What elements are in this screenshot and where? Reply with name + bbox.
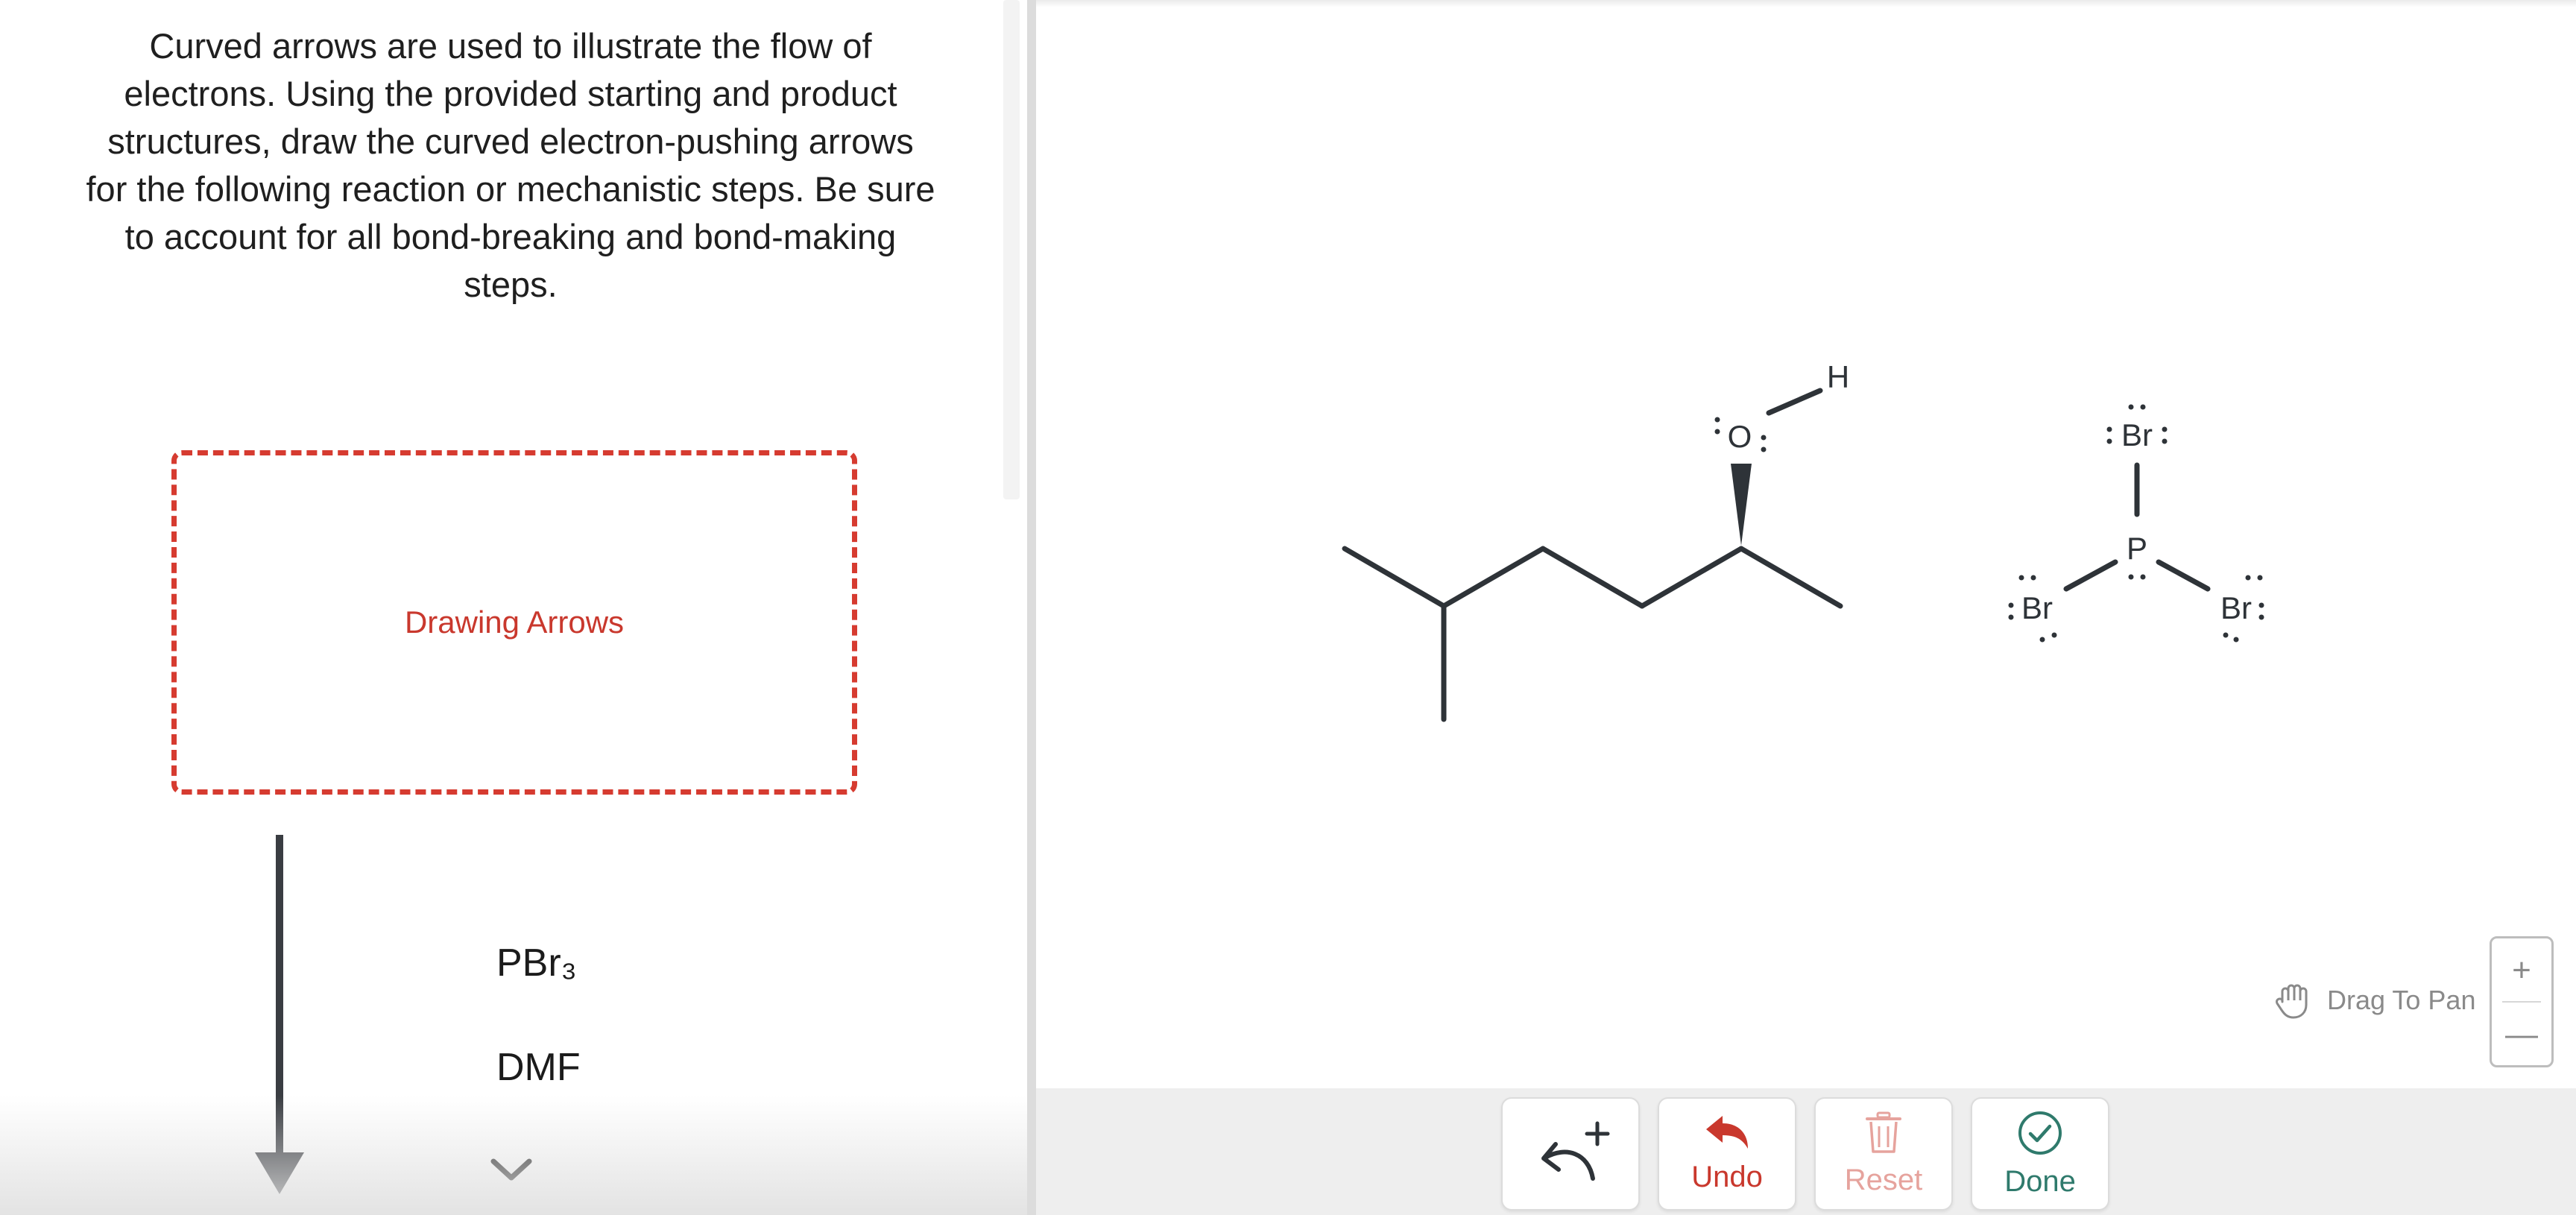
chevron-down-icon[interactable] bbox=[489, 1155, 534, 1185]
scrollbar[interactable] bbox=[1003, 0, 1020, 499]
reaction-arrow bbox=[276, 835, 283, 1155]
instructions-line: electrons. Using the provided starting a… bbox=[124, 74, 897, 113]
bromine-atom-left[interactable]: Br bbox=[2021, 590, 2053, 625]
done-label: Done bbox=[2004, 1164, 2076, 1198]
zoom-control: + — bbox=[2490, 936, 2554, 1067]
molecule-structures: O H P Br Br Br bbox=[1342, 359, 2264, 722]
hydrogen-atom[interactable]: H bbox=[1827, 359, 1849, 394]
question-instructions: Curved arrows are used to illustrate the… bbox=[60, 22, 962, 309]
panel-divider[interactable] bbox=[1027, 0, 1036, 1215]
bromine-atom-right[interactable]: Br bbox=[2220, 590, 2252, 625]
curved-arrow-plus-icon bbox=[1541, 1121, 1610, 1181]
instructions-line: steps. bbox=[464, 265, 558, 304]
pbr3-molecule bbox=[2063, 462, 2211, 592]
phosphorus-atom[interactable]: P bbox=[2127, 531, 2147, 566]
hand-icon bbox=[2276, 984, 2308, 1019]
phosphorus-lone-pair bbox=[2128, 574, 2146, 580]
oxygen-atom[interactable]: O bbox=[1728, 419, 1752, 454]
zoom-out-button[interactable]: — bbox=[2492, 1003, 2551, 1066]
question-panel: Curved arrows are used to illustrate the… bbox=[0, 0, 1027, 1215]
trash-icon bbox=[1866, 1111, 1901, 1153]
done-button[interactable]: Done bbox=[1971, 1097, 2109, 1211]
reagent-dmf: DMF bbox=[496, 1046, 581, 1089]
drawing-arrows-label: Drawing Arrows bbox=[404, 605, 625, 640]
wedge-bond bbox=[1731, 464, 1752, 546]
bottom-toolbar bbox=[1036, 1088, 2576, 1215]
zoom-in-button[interactable]: + bbox=[2492, 938, 2551, 1002]
undo-label: Undo bbox=[1691, 1160, 1763, 1193]
check-circle-icon bbox=[2018, 1111, 2062, 1155]
undo-button[interactable]: Undo bbox=[1658, 1097, 1796, 1211]
curved-arrow-tool-button[interactable] bbox=[1501, 1097, 1640, 1211]
reagent-pbr3: PBr₃ bbox=[496, 941, 577, 985]
drag-to-pan-label: Drag To Pan bbox=[2327, 985, 2476, 1015]
drag-to-pan-hint: Drag To Pan bbox=[2275, 978, 2475, 1023]
reaction-arrow-head bbox=[255, 1152, 304, 1194]
alcohol-molecule bbox=[1342, 388, 1843, 722]
instructions-line: for the following reaction or mechanisti… bbox=[86, 169, 935, 209]
instructions-line: structures, draw the curved electron-pus… bbox=[107, 122, 914, 161]
reset-label: Reset bbox=[1844, 1163, 1923, 1196]
instructions-line: Curved arrows are used to illustrate the… bbox=[149, 26, 872, 66]
bromine-atom-top[interactable]: Br bbox=[2121, 417, 2153, 452]
instructions-line: to account for all bond-breaking and bon… bbox=[124, 217, 897, 256]
undo-icon bbox=[1706, 1115, 1748, 1149]
drawing-arrows-box[interactable]: Drawing Arrows bbox=[171, 450, 857, 795]
reset-button[interactable]: Reset bbox=[1814, 1097, 1953, 1211]
